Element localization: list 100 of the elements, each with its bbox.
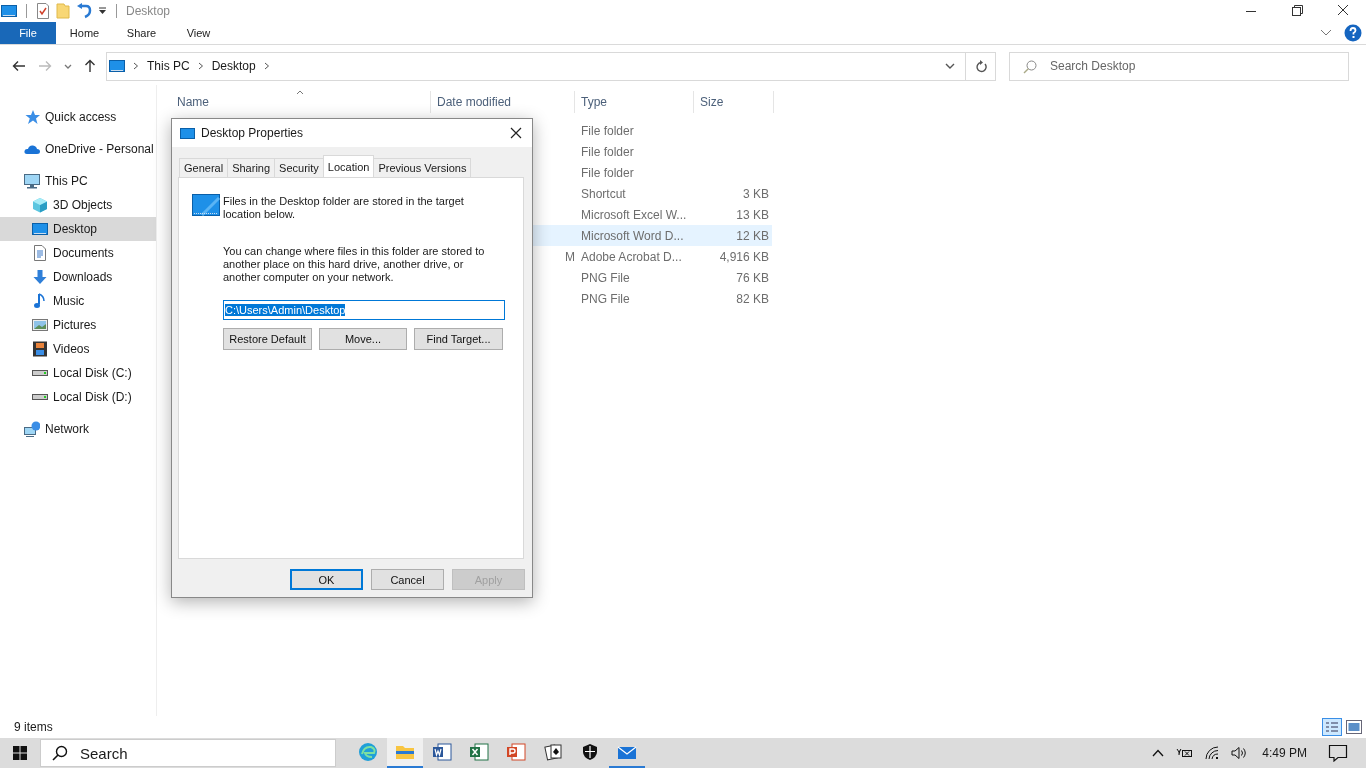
- table-cell-text: Adobe Acrobat D...: [580, 249, 683, 264]
- search-field[interactable]: Search Desktop: [1009, 51, 1349, 81]
- ribbon-tab[interactable]: Share: [113, 22, 170, 44]
- sidebar-item[interactable]: OneDrive - Personal: [0, 137, 156, 161]
- desktop-icon: [1, 4, 17, 18]
- customize-menu-icon[interactable]: [98, 7, 107, 15]
- table-cell: 82 KB: [736, 291, 769, 306]
- table-cell-text: Microsoft Word D...: [580, 228, 685, 243]
- help-icon[interactable]: [1344, 24, 1362, 42]
- table-cell: 3 KB: [743, 186, 769, 201]
- search-icon: [52, 745, 68, 761]
- sidebar-item[interactable]: Pictures: [0, 313, 156, 337]
- dialog-tab[interactable]: Security: [274, 158, 324, 177]
- desktop-icon: [192, 194, 220, 216]
- undo-icon[interactable]: [76, 3, 92, 19]
- music-icon: [32, 293, 48, 309]
- sidebar-item[interactable]: Desktop: [0, 217, 156, 241]
- sidebar-item[interactable]: Local Disk (C:): [0, 361, 156, 385]
- picture-icon: [32, 317, 48, 333]
- word-icon: [432, 742, 452, 762]
- chevron-icon[interactable]: [263, 62, 270, 70]
- large-icons-view-icon[interactable]: [1346, 720, 1362, 734]
- desktop-icon: [109, 59, 125, 73]
- sidebar-item[interactable]: Local Disk (D:): [0, 385, 156, 409]
- table-cell: 4,916 KB: [719, 249, 769, 264]
- clock[interactable]: 4:49 PM: [1262, 746, 1307, 760]
- table-cell-text: PNG File: [580, 270, 631, 285]
- column-header[interactable]: Size: [694, 91, 774, 113]
- download-icon: [32, 269, 48, 285]
- sort-caret-icon: [296, 90, 304, 95]
- volume-icon[interactable]: [1231, 746, 1248, 760]
- dialog-button[interactable]: OK: [290, 569, 363, 590]
- sidebar-item[interactable]: Network: [0, 417, 156, 441]
- taskbar-search-field[interactable]: Search: [40, 739, 336, 767]
- dialog-tab[interactable]: Sharing: [227, 158, 276, 177]
- item-count: 9 items: [14, 720, 53, 734]
- path-field[interactable]: C:\Users\Admin\Desktop: [223, 300, 505, 320]
- dialog-tab[interactable]: General: [179, 158, 229, 177]
- dialog-tab[interactable]: Previous Versions: [373, 158, 472, 177]
- ribbon-tab[interactable]: Home: [56, 22, 113, 44]
- cube-icon: [32, 197, 48, 213]
- info-text: Files in the Desktop folder are stored in the target location below.: [223, 195, 465, 221]
- refresh-button[interactable]: [966, 51, 996, 81]
- chevron-icon[interactable]: [133, 62, 139, 70]
- window-title: Desktop: [126, 4, 171, 18]
- details-view-icon[interactable]: [1322, 718, 1342, 736]
- recent-caret-icon[interactable]: [64, 63, 72, 69]
- sidebar-item[interactable]: Music: [0, 289, 156, 313]
- dialog-tab[interactable]: Location: [322, 155, 375, 177]
- table-cell: 12 KB: [736, 228, 769, 243]
- pc-icon: [24, 173, 40, 189]
- browser-icon: [358, 742, 378, 762]
- ribbon-tab[interactable]: View: [170, 22, 227, 44]
- sidebar-item[interactable]: 3D Objects: [0, 193, 156, 217]
- dropdown-caret-icon[interactable]: [945, 63, 955, 69]
- refresh-icon: [974, 59, 987, 73]
- sidebar-item[interactable]: Videos: [0, 337, 156, 361]
- chevron-icon[interactable]: [197, 62, 204, 70]
- properties-icon[interactable]: [36, 3, 50, 19]
- up-arrow-icon[interactable]: [84, 59, 96, 73]
- cards-icon: [543, 742, 563, 762]
- sidebar-item[interactable]: Quick access: [0, 105, 156, 129]
- wifi-icon[interactable]: [1204, 746, 1221, 760]
- search-icon: [1023, 59, 1037, 74]
- table-cell: M: [565, 249, 575, 264]
- sidebar-item[interactable]: This PC: [0, 169, 156, 193]
- sidebar-item[interactable]: Downloads: [0, 265, 156, 289]
- caret-up-icon[interactable]: [1152, 749, 1165, 757]
- column-header[interactable]: Type: [575, 91, 694, 113]
- table-cell-text: PNG File: [580, 291, 631, 306]
- table-cell: 13 KB: [736, 207, 769, 222]
- table-cell-text: Microsoft Excel W...: [580, 207, 688, 222]
- action-button[interactable]: Restore Default: [223, 328, 312, 350]
- shield-icon: [580, 742, 600, 762]
- dialog-button[interactable]: Cancel: [371, 569, 444, 590]
- file-tab[interactable]: File: [0, 22, 56, 44]
- document-icon: [32, 245, 48, 261]
- sidebar-item[interactable]: Documents: [0, 241, 156, 265]
- video-icon: [32, 341, 48, 357]
- description-text: You can change where files in this folder are stored to another place on this hard drive, another drive, or another computer on your network.: [223, 245, 486, 284]
- network-icon: [24, 421, 40, 437]
- column-header[interactable]: Date modified: [431, 91, 575, 113]
- battery-icon[interactable]: [1175, 747, 1194, 759]
- close-icon[interactable]: [510, 127, 522, 139]
- notifications-icon[interactable]: [1328, 744, 1348, 762]
- address-bar[interactable]: This PC Desktop: [106, 51, 966, 81]
- action-button[interactable]: Move...: [319, 328, 407, 350]
- back-arrow-icon[interactable]: [12, 60, 26, 72]
- desktop-icon: [32, 221, 48, 237]
- desktop-icon: [180, 127, 195, 139]
- table-cell: 76 KB: [736, 270, 769, 285]
- table-cell-text: File folder: [580, 144, 635, 159]
- action-button[interactable]: Find Target...: [414, 328, 503, 350]
- table-cell-text: Shortcut: [580, 186, 627, 201]
- presentation-icon: [506, 742, 526, 762]
- column-header[interactable]: Name: [176, 91, 431, 113]
- breadcrumb[interactable]: Desktop: [211, 59, 256, 73]
- breadcrumb[interactable]: This PC: [147, 59, 190, 73]
- expand-ribbon-icon[interactable]: [1320, 29, 1332, 37]
- star-icon: [24, 109, 40, 125]
